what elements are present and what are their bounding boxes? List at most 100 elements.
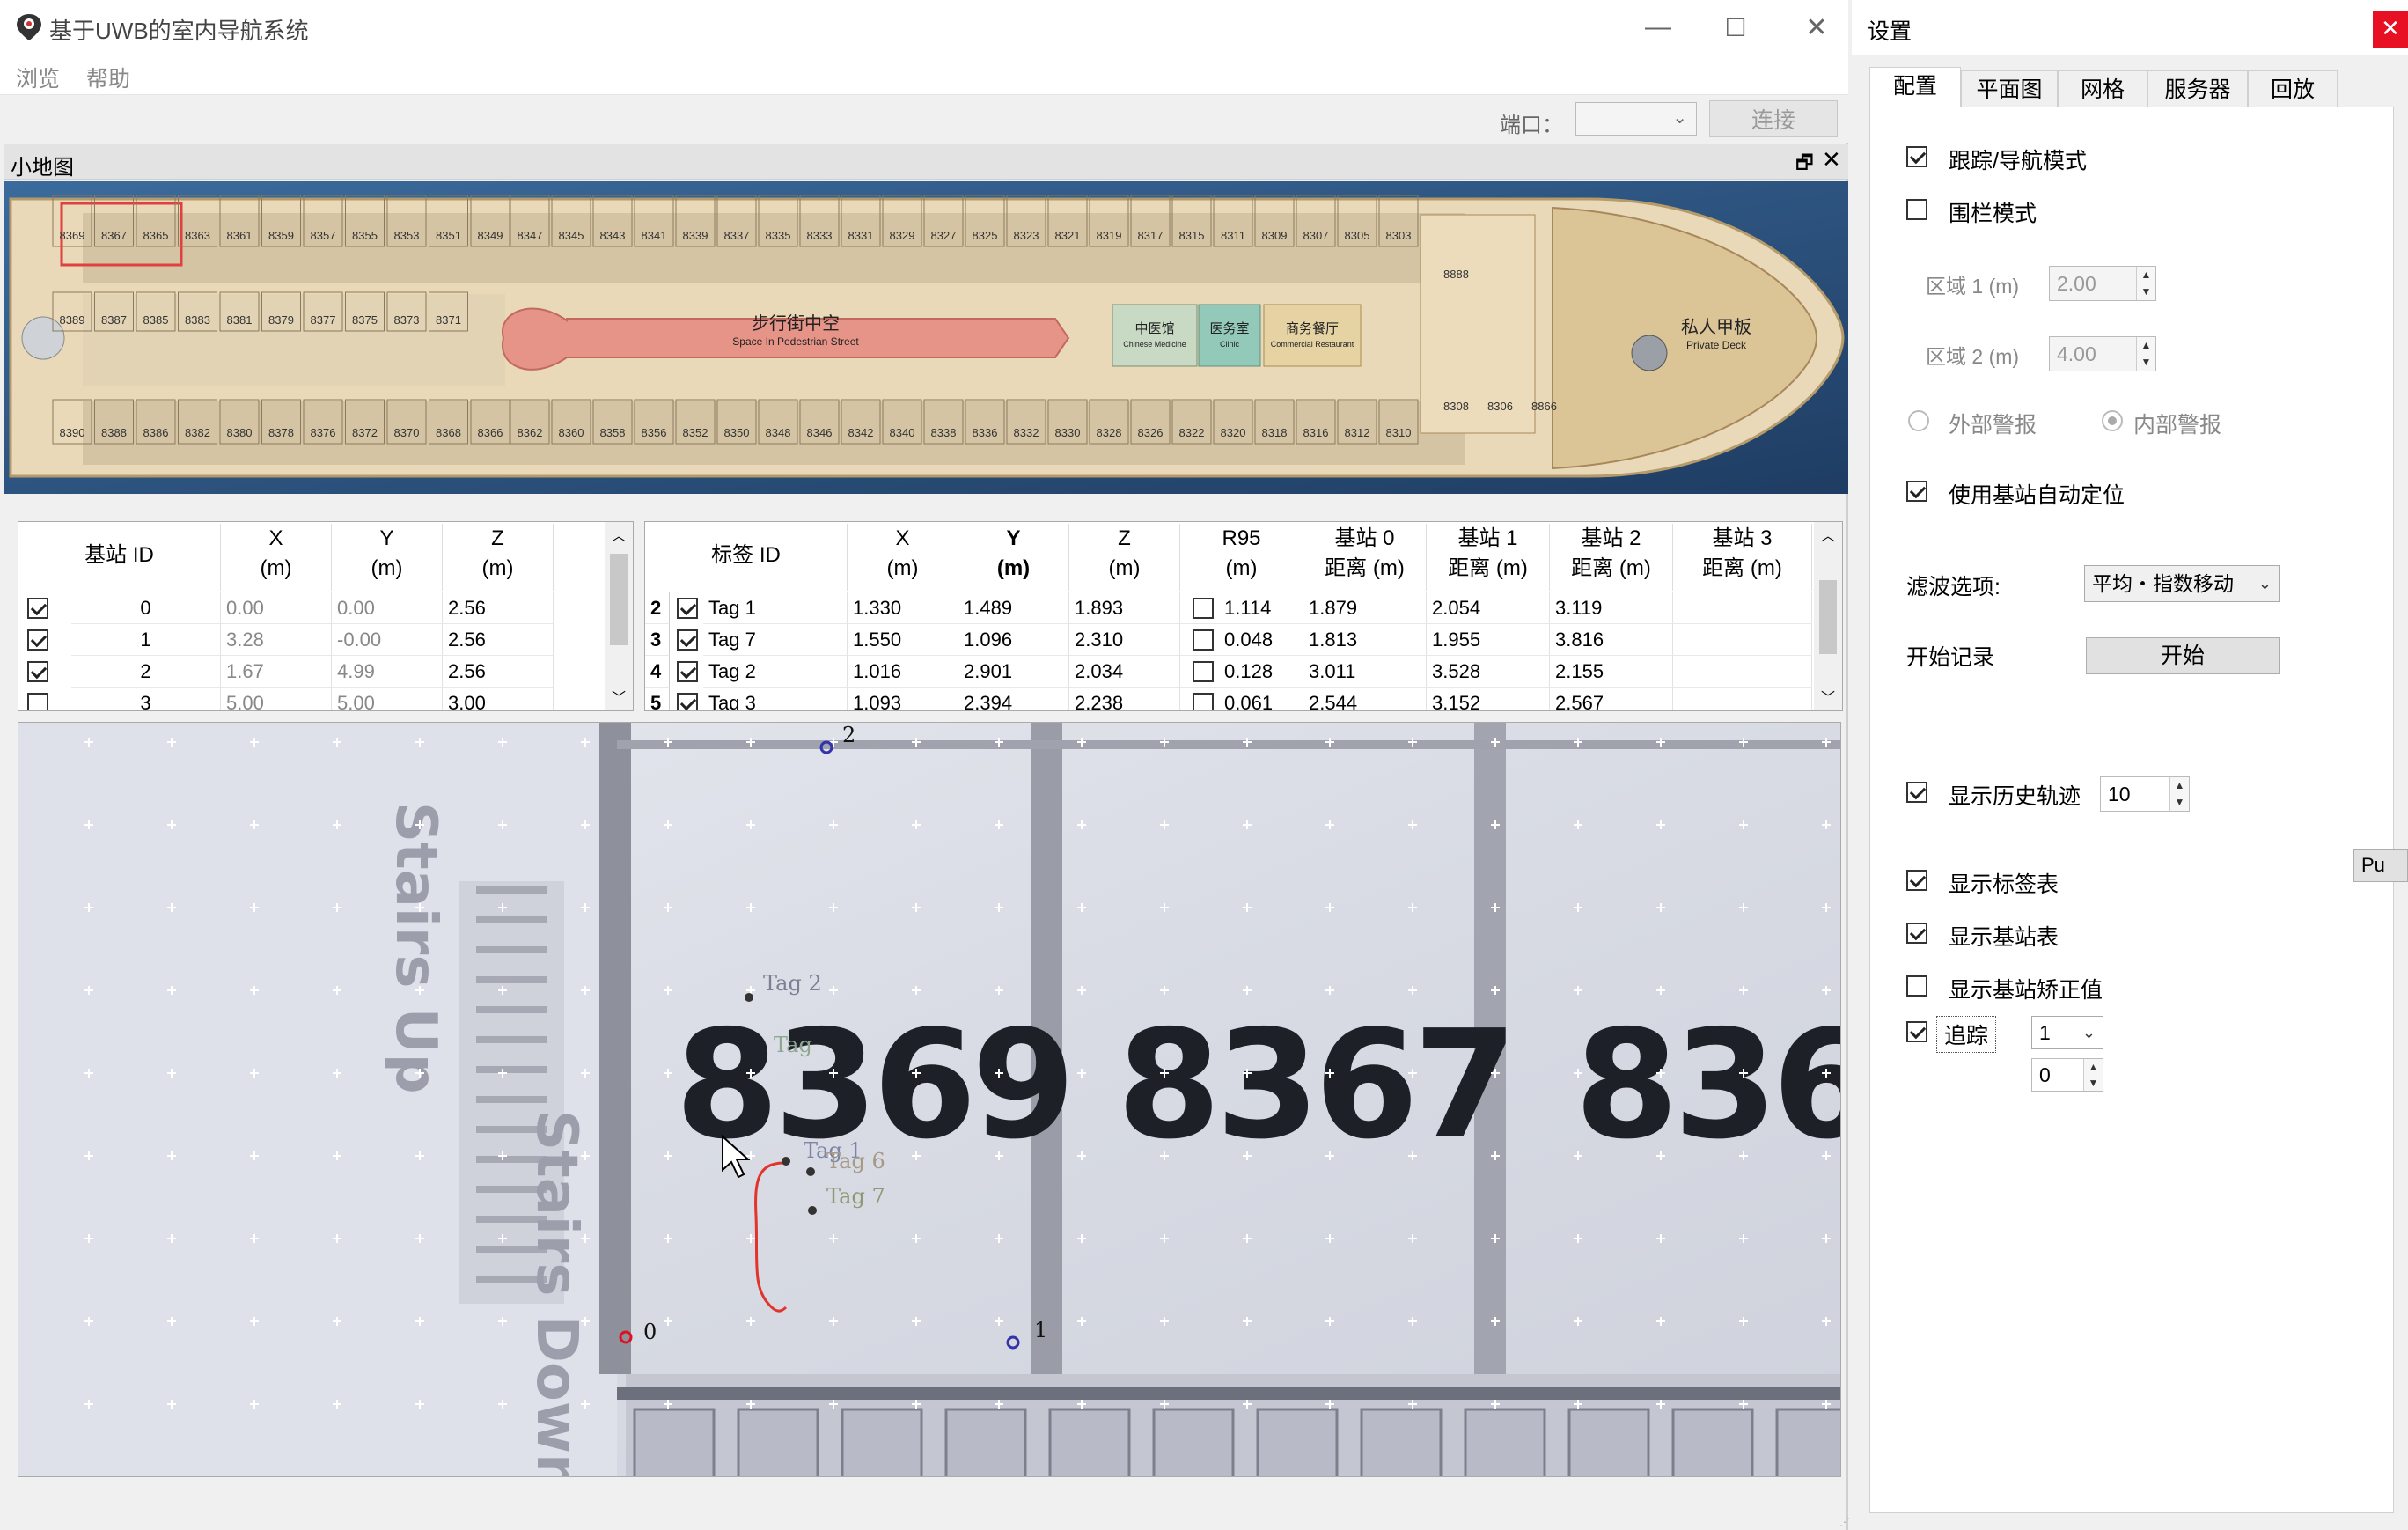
- anchor-x-cell[interactable]: 1.67: [221, 656, 332, 688]
- anchor-z-cell[interactable]: 2.56: [443, 624, 554, 656]
- tag-distance-cell: 3.152: [1427, 688, 1550, 710]
- r95-checkbox[interactable]: [1193, 629, 1214, 651]
- anchor-x-cell[interactable]: 5.00: [221, 688, 332, 710]
- table-row[interactable]: 4 Tag 2 1.016 2.901 2.034 0.128 3.011 3.528 2.15…: [645, 656, 1812, 688]
- scroll-thumb[interactable]: [1819, 580, 1837, 654]
- history-spinbox[interactable]: 10 ▲ ▼: [2100, 776, 2190, 812]
- fence-mode-checkbox[interactable]: [1906, 199, 1927, 220]
- table-row[interactable]: 0 0.00 0.00 2.56: [18, 592, 603, 624]
- r95-checkbox[interactable]: [1193, 693, 1214, 710]
- row-checkbox[interactable]: [27, 661, 48, 682]
- row-checkbox[interactable]: [27, 693, 48, 710]
- room-label: 8336: [973, 426, 998, 439]
- tag-marker[interactable]: Tag: [774, 1033, 812, 1057]
- anchor-table-scrollbar[interactable]: ︿ ﹀: [605, 522, 633, 710]
- menu-help[interactable]: 帮助: [86, 62, 130, 93]
- table-row[interactable]: 2 1.67 4.99 2.56: [18, 656, 603, 688]
- room-label: 8372: [352, 426, 378, 439]
- street-label-cn: 步行街中空: [752, 313, 840, 334]
- floor-cell: [841, 1408, 923, 1476]
- tab-floorplan[interactable]: 平面图: [1961, 70, 2058, 107]
- room-label: 8343: [600, 229, 626, 242]
- scroll-down-icon[interactable]: ﹀: [1821, 686, 1835, 707]
- menu-browse[interactable]: 浏览: [16, 62, 60, 93]
- scroll-down-icon[interactable]: ﹀: [612, 686, 626, 707]
- r95-checkbox[interactable]: [1193, 661, 1214, 682]
- settings-close-button[interactable]: ✕: [2373, 11, 2408, 48]
- anchor-z-cell[interactable]: 2.56: [443, 592, 554, 624]
- port-select[interactable]: ⌄: [1575, 102, 1697, 136]
- anchor-y-cell[interactable]: 5.00: [332, 688, 443, 710]
- track-checkbox[interactable]: [1906, 1021, 1927, 1042]
- anchor-label: 2: [842, 723, 855, 747]
- connect-button[interactable]: 连接: [1709, 100, 1838, 137]
- table-row[interactable]: 2 Tag 1 1.330 1.489 1.893 1.114 1.879 2.054 3.11…: [645, 592, 1812, 624]
- minimap-close-icon[interactable]: ✕: [1822, 146, 1841, 173]
- anchor-x-cell[interactable]: 3.28: [221, 624, 332, 656]
- table-row[interactable]: 3 5.00 5.00 3.00: [18, 688, 603, 710]
- start-record-button[interactable]: 开始: [2086, 637, 2280, 674]
- tracking-mode-checkbox[interactable]: [1906, 146, 1927, 167]
- auto-position-checkbox[interactable]: [1906, 481, 1927, 502]
- scroll-up-icon[interactable]: ︿: [1821, 524, 1835, 545]
- float-window-icon[interactable]: 🗗: [1795, 148, 1814, 181]
- resize-grip-icon[interactable]: ⋰: [1839, 1516, 1850, 1528]
- minimap[interactable]: 8369 8367 8365 8363 8361 8359 8357 8355 8353 8351…: [4, 181, 1848, 494]
- push-button[interactable]: Pu: [2353, 849, 2408, 882]
- room-label: 8332: [1014, 426, 1039, 439]
- spin-arrows-icon[interactable]: ▲ ▼: [2136, 267, 2155, 300]
- row-checkbox[interactable]: [677, 693, 698, 710]
- maximize-button[interactable]: ☐: [1695, 0, 1776, 55]
- table-row[interactable]: 3 Tag 7 1.550 1.096 2.310 0.048 1.813 1.955 3.81…: [645, 624, 1812, 656]
- row-checkbox[interactable]: [677, 629, 698, 651]
- scroll-up-icon[interactable]: ︿: [612, 524, 626, 545]
- minimize-button[interactable]: —: [1618, 0, 1699, 55]
- anchor-y-cell[interactable]: -0.00: [332, 624, 443, 656]
- floor-cell: [1256, 1408, 1339, 1476]
- track-select[interactable]: 1 ⌄: [2031, 1016, 2103, 1049]
- row-checkbox[interactable]: [27, 629, 48, 651]
- tab-playback[interactable]: 回放: [2248, 70, 2338, 107]
- room-label: 8382: [185, 426, 210, 439]
- row-checkbox[interactable]: [677, 598, 698, 619]
- tab-config[interactable]: 配置: [1869, 67, 1961, 107]
- outer-alarm-radio[interactable]: [1908, 410, 1929, 431]
- main-map[interactable]: Stairs Up Stairs Down 8369 8367 836 0 1: [18, 722, 1841, 1477]
- tab-grid[interactable]: 网格: [2058, 70, 2147, 107]
- show-anchor-correction-checkbox[interactable]: [1906, 975, 1927, 997]
- r95-checkbox[interactable]: [1193, 598, 1214, 619]
- room-label: 8348: [766, 426, 791, 439]
- show-tag-table-checkbox[interactable]: [1906, 870, 1927, 891]
- table-row[interactable]: 5 Tag 3 1.093 2.394 2.238 0.061 2.544 3.152 2.56…: [645, 688, 1812, 710]
- scroll-thumb[interactable]: [610, 554, 628, 645]
- spin-arrows-icon[interactable]: ▲ ▼: [2169, 777, 2189, 811]
- anchor-y-cell[interactable]: 4.99: [332, 656, 443, 688]
- anchor-y-cell[interactable]: 0.00: [332, 592, 443, 624]
- filter-label: 滤波选项:: [1906, 575, 2001, 599]
- anchor-z-cell[interactable]: 3.00: [443, 688, 554, 710]
- anchor-x-cell[interactable]: 0.00: [221, 592, 332, 624]
- room-label: 8347: [518, 229, 543, 242]
- spin-arrows-icon[interactable]: ▲ ▼: [2083, 1059, 2103, 1091]
- table-row[interactable]: 1 3.28 -0.00 2.56: [18, 624, 603, 656]
- tab-server[interactable]: 服务器: [2147, 70, 2248, 107]
- zone2-spinbox[interactable]: 4.00 ▲ ▼: [2049, 336, 2156, 371]
- track-spinbox[interactable]: 0 ▲ ▼: [2031, 1058, 2103, 1092]
- table-header: X (m): [848, 524, 958, 591]
- row-checkbox[interactable]: [27, 598, 48, 619]
- show-anchor-table-checkbox[interactable]: [1906, 923, 1927, 944]
- header-line: Z: [1118, 526, 1131, 550]
- spin-arrows-icon[interactable]: ▲ ▼: [2136, 337, 2155, 371]
- history-checkbox[interactable]: [1906, 782, 1927, 803]
- header-unit: (m): [260, 556, 292, 580]
- header-line: X: [895, 526, 910, 550]
- row-checkbox[interactable]: [677, 661, 698, 682]
- anchor-z-cell[interactable]: 2.56: [443, 656, 554, 688]
- show-tag-table-label: 显示标签表: [1949, 872, 2059, 897]
- tag-table-scrollbar[interactable]: ︿ ﹀: [1814, 522, 1842, 710]
- zone2-label: 区域 2 (m): [1926, 345, 2020, 368]
- zone1-spinbox[interactable]: 2.00 ▲ ▼: [2049, 266, 2156, 301]
- close-button[interactable]: ✕: [1776, 0, 1857, 55]
- filter-select[interactable]: 平均・指数移动 ⌄: [2084, 565, 2280, 602]
- inner-alarm-radio[interactable]: [2102, 410, 2123, 431]
